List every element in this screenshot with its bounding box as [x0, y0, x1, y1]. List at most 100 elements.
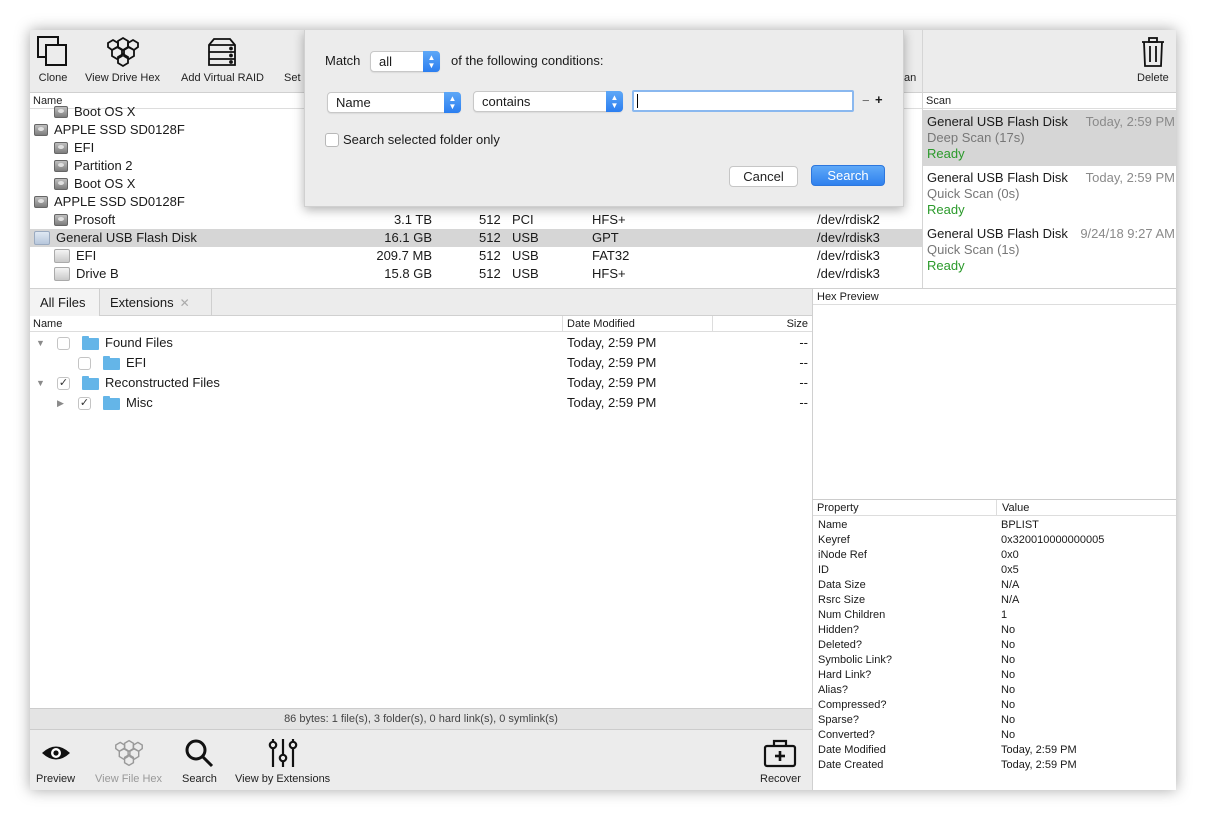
drive-row[interactable]: Prosoft 3.1 TB 512 PCI HFS+ /dev/rdisk2 [30, 211, 922, 229]
add-condition-button[interactable]: + [875, 92, 883, 107]
app-window: Clone View Drive Hex Add Virtual RAID Se… [30, 30, 1176, 790]
property-row: Deleted? No [813, 638, 1176, 653]
field-select[interactable]: Name ▲ ▼ [327, 92, 461, 113]
property-value: No [1001, 684, 1016, 696]
drive-size: 3.1 TB [393, 212, 432, 227]
disclosure-expanded-icon[interactable]: ▼ [36, 373, 45, 393]
file-tree-row[interactable]: ▼ Found Files Today, 2:59 PM -- [30, 333, 812, 353]
property-column-header[interactable]: Property [817, 500, 859, 516]
name-column-header[interactable]: Name [33, 316, 62, 332]
scan-button[interactable]: an [904, 34, 916, 84]
hard-drive-icon [54, 106, 68, 118]
property-row: iNode Ref 0x0 [813, 548, 1176, 563]
file-name: Found Files [105, 335, 173, 350]
drive-name: EFI [74, 140, 95, 155]
scan-type: Quick Scan (0s) [927, 186, 1020, 201]
cancel-button[interactable]: Cancel [729, 166, 798, 187]
scan-list-item[interactable]: General USB Flash Disk Today, 2:59 PM Deep… [923, 110, 1176, 166]
date-modified-column-header[interactable]: Date Modified [562, 316, 712, 332]
property-row: Data Size N/A [813, 578, 1176, 593]
property-value: 0x0 [1001, 549, 1019, 561]
search-icon [184, 736, 214, 770]
drive-name: Drive B [76, 266, 119, 281]
hex-preview-title: Hex Preview [813, 289, 1176, 305]
view-by-extensions-button[interactable]: View by Extensions [235, 736, 330, 785]
file-name: EFI [126, 355, 147, 370]
disclosure-collapsed-icon[interactable]: ▶ [57, 393, 64, 413]
add-virtual-raid-button[interactable]: Add Virtual RAID [181, 34, 264, 84]
file-date-modified: Today, 2:59 PM [567, 375, 657, 390]
recover-checkbox[interactable]: ✓ [57, 377, 70, 390]
scan-status: Ready [927, 146, 965, 161]
property-name: iNode Ref [818, 549, 867, 561]
preview-button[interactable]: Preview [36, 736, 75, 785]
match-select[interactable]: all ▲ ▼ [370, 51, 440, 72]
operator-select[interactable]: contains ▲ ▼ [473, 91, 623, 112]
drive-size: 16.1 GB [384, 230, 432, 245]
add-virtual-raid-label: Add Virtual RAID [181, 72, 264, 84]
scan-drive-name: General USB Flash Disk [927, 226, 1068, 241]
settings-button[interactable]: Set [284, 34, 301, 84]
scan-date: Today, 2:59 PM [1085, 114, 1175, 129]
scan-date: 9/24/18 9:27 AM [1080, 226, 1175, 241]
property-name: Data Size [818, 579, 866, 591]
drive-block-size: 512 [479, 212, 501, 227]
property-name: Converted? [818, 729, 875, 741]
drive-name: APPLE SSD SD0128F [54, 194, 185, 209]
drive-row[interactable]: General USB Flash Disk 16.1 GB 512 USB GPT/d… [30, 229, 922, 247]
delete-button[interactable]: Delete [1137, 34, 1169, 84]
scan-list-item[interactable]: General USB Flash Disk 9/24/18 9:27 AM Qui… [923, 222, 1176, 278]
settings-label: Set [284, 72, 301, 84]
search-button[interactable]: Search [182, 736, 217, 785]
match-label: Match [325, 53, 361, 68]
view-file-hex-button[interactable]: View File Hex [95, 736, 162, 785]
property-value: 0x5 [1001, 564, 1019, 576]
folder-icon [103, 356, 120, 370]
scan-list-item[interactable]: General USB Flash Disk Today, 2:59 PM Quic… [923, 166, 1176, 222]
property-row: Alias? No [813, 683, 1176, 698]
recover-checkbox[interactable] [57, 337, 70, 350]
view-drive-hex-label: View Drive Hex [85, 72, 160, 84]
scan-column-header[interactable]: Scan [923, 93, 1176, 109]
selected-folder-only-label: Search selected folder only [343, 132, 500, 147]
folder-icon [103, 396, 120, 410]
file-date-modified: Today, 2:59 PM [567, 335, 657, 350]
trash-icon [1140, 34, 1166, 70]
search-submit-button[interactable]: Search [811, 165, 885, 186]
selected-folder-only-checkbox[interactable] [325, 133, 339, 147]
eye-icon [40, 736, 72, 770]
file-date-modified: Today, 2:59 PM [567, 395, 657, 410]
property-row: Converted? No [813, 728, 1176, 743]
file-tree-row[interactable]: EFI Today, 2:59 PM -- [30, 353, 812, 373]
file-tree-row[interactable]: ▼ ✓ Reconstructed Files Today, 2:59 PM -- [30, 373, 812, 393]
recover-checkbox[interactable]: ✓ [78, 397, 91, 410]
drive-row[interactable]: Drive B 15.8 GB 512 USB HFS+ /dev/rdisk3 [30, 265, 922, 283]
chevron-up-down-icon: ▲ ▼ [606, 91, 623, 112]
clone-button[interactable]: Clone [36, 34, 70, 84]
size-column-header[interactable]: Size [712, 316, 812, 332]
drive-bus: USB [512, 266, 539, 281]
remove-condition-button[interactable]: − [862, 93, 870, 108]
drive-block-size: 512 [479, 230, 501, 245]
tab-extensions[interactable]: Extensions ✕ [100, 289, 212, 316]
file-name: Misc [126, 395, 153, 410]
property-value: 0x320010000000005 [1001, 534, 1105, 546]
close-tab-icon[interactable]: ✕ [180, 296, 190, 310]
property-value: Today, 2:59 PM [1001, 759, 1077, 771]
hard-drive-icon [54, 142, 68, 154]
disclosure-expanded-icon[interactable]: ▼ [36, 333, 45, 353]
drive-row[interactable]: EFI 209.7 MB 512 USB FAT32/dev/rdisk3 [30, 247, 922, 265]
property-value: No [1001, 654, 1016, 666]
search-query-input[interactable] [632, 90, 854, 112]
file-tree-row[interactable]: ▶ ✓ Misc Today, 2:59 PM -- [30, 393, 812, 413]
recover-button[interactable]: Recover [760, 736, 801, 785]
drive-device: /dev/rdisk2 [817, 212, 880, 227]
value-column-header[interactable]: Value [996, 500, 1176, 516]
property-name: Sparse? [818, 714, 859, 726]
view-drive-hex-button[interactable]: View Drive Hex [85, 34, 160, 84]
hex-preview-panel: Hex Preview [812, 288, 1176, 499]
tab-all-files[interactable]: All Files [30, 289, 100, 316]
recover-checkbox[interactable] [78, 357, 91, 370]
scan-type: Quick Scan (1s) [927, 242, 1020, 257]
raid-icon [205, 34, 239, 70]
